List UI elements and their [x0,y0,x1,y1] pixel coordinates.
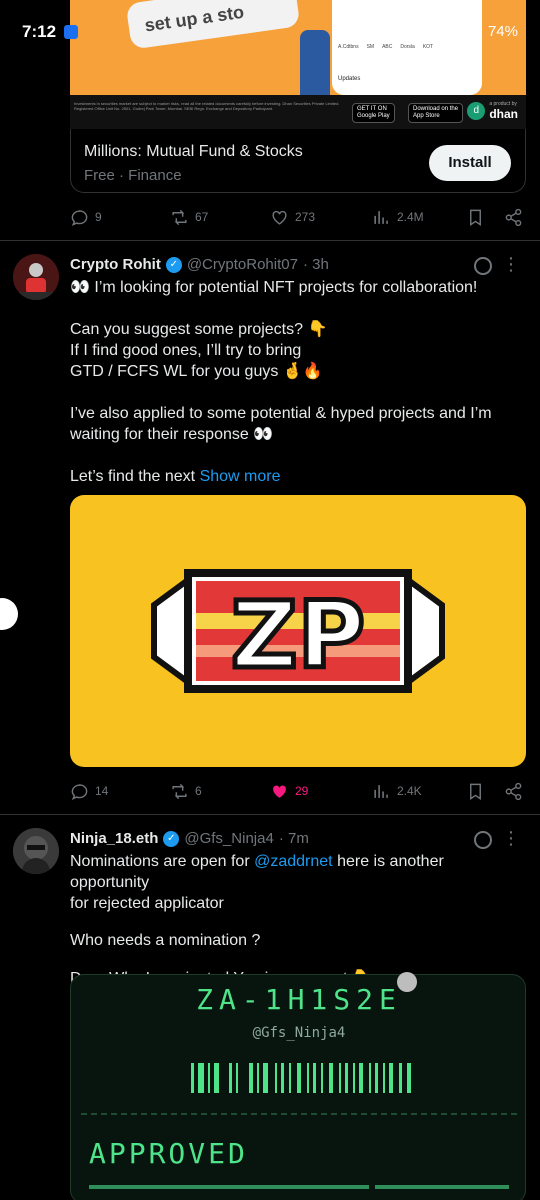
reply-button[interactable]: 14 [70,782,108,801]
bookmark-button[interactable] [466,208,485,227]
like-button[interactable]: 29 [270,782,308,801]
zp-logo-text: ZP [231,582,365,689]
signal-icon [412,24,429,37]
ad-footer: Investments in securities market are sub… [70,95,526,129]
tweet-text: 👀 I’m looking for potential NFT projects… [70,279,492,485]
author-handle[interactable]: @Gfs_Ninja4 [184,830,273,847]
avatar-image [13,828,59,874]
divider [0,240,540,241]
show-more-link[interactable]: Show more [200,468,281,485]
avatar[interactable] [13,828,59,874]
status-indicators: 0.49 5G+ 74% [386,22,518,40]
status-time: 7:12 [22,22,57,41]
author-name[interactable]: Crypto Rohit [70,256,161,273]
media-handle: @Gfs_Ninja4 [252,1025,346,1041]
author-name[interactable]: Ninja_18.eth [70,830,158,847]
progress-bar [89,1185,369,1189]
floating-scroll-handle[interactable] [397,972,417,992]
bookmark-icon [470,209,481,226]
repost-button[interactable]: 67 [170,208,208,227]
views-button[interactable]: 2.4K [372,782,422,801]
tweet-text: Nominations are open for @zaddrnet here … [70,853,444,987]
zp-logo: ZP [151,569,445,693]
floating-side-icon[interactable] [0,598,18,630]
repost-button[interactable]: 6 [170,782,202,801]
views-button[interactable]: 2.4M [372,208,424,227]
repost-icon [172,783,187,799]
share-button[interactable] [504,208,523,227]
ticket-separator [81,1113,517,1115]
dhan-logo-icon: d [467,102,486,120]
reply-icon [71,209,88,226]
tweet-time[interactable]: · 3h [303,256,329,273]
ad-disclaimer: Investments in securities market are sub… [74,101,340,111]
tweet-header: Crypto Rohit ✓ @CryptoRohit07 · 3h [70,256,329,273]
avatar-image [13,254,59,300]
grok-icon[interactable] [474,831,492,849]
status-bar: 7:12 0.49 5G+ 74% [0,0,540,60]
avatar[interactable] [13,254,59,300]
media-code: ZA-1H1S2E [196,983,402,1016]
tweet-time[interactable]: · 7m [279,830,309,847]
battery-icon [464,24,479,38]
barcode-graphic [191,1063,411,1093]
mention-link[interactable]: @zaddrnet [254,853,333,870]
bookmark-icon [470,783,481,800]
ad-brand: d a product by dhan [467,101,518,121]
heart-icon [272,210,287,225]
more-options-icon[interactable]: ⋮ [502,254,520,275]
views-icon [374,210,388,224]
ad-actions: 9 67 273 2.4M [70,204,530,230]
heart-filled-icon [273,785,286,798]
reply-icon [71,783,88,800]
app-store-button[interactable]: Download on the App Store [408,103,464,123]
network-speed: 0.49 5G+ [386,21,404,40]
google-play-button[interactable]: GET IT ON Google Play [352,103,395,123]
ad-app-card[interactable]: Millions: Mutual Fund & Stocks Free · Fi… [70,129,526,193]
more-options-icon[interactable]: ⋮ [502,828,520,849]
wifi-icon [439,26,454,37]
views-icon [374,784,388,798]
battery-level: 74% [487,22,518,40]
share-icon [505,782,522,800]
tweet-media-image[interactable]: ZP [70,495,526,767]
bookmark-button[interactable] [466,782,485,801]
share-icon [505,208,522,226]
progress-bar [375,1185,509,1189]
ad-phone-section: Updates [338,76,361,82]
tweet-media-image[interactable]: ZA-1H1S2E @Gfs_Ninja4 APPROVED [70,974,526,1200]
tweet-header: Ninja_18.eth ✓ @Gfs_Ninja4 · 7m [70,830,309,847]
share-button[interactable] [504,782,523,801]
install-button[interactable]: Install [429,145,511,181]
ad-app-title: Millions: Mutual Fund & Stocks [84,143,303,160]
approved-label: APPROVED [89,1137,248,1170]
repost-icon [172,209,187,225]
verified-icon: ✓ [165,256,182,273]
ad-app-subtitle: Free · Finance [84,167,182,184]
app-notification-icon [64,25,78,39]
like-button[interactable]: 273 [270,208,315,227]
grok-icon[interactable] [474,257,492,275]
reply-button[interactable]: 9 [70,208,102,227]
verified-icon: ✓ [163,830,180,847]
author-handle[interactable]: @CryptoRohit07 [187,256,298,273]
tweet-actions: 14 6 29 2.4K [70,778,530,804]
divider [0,814,540,815]
